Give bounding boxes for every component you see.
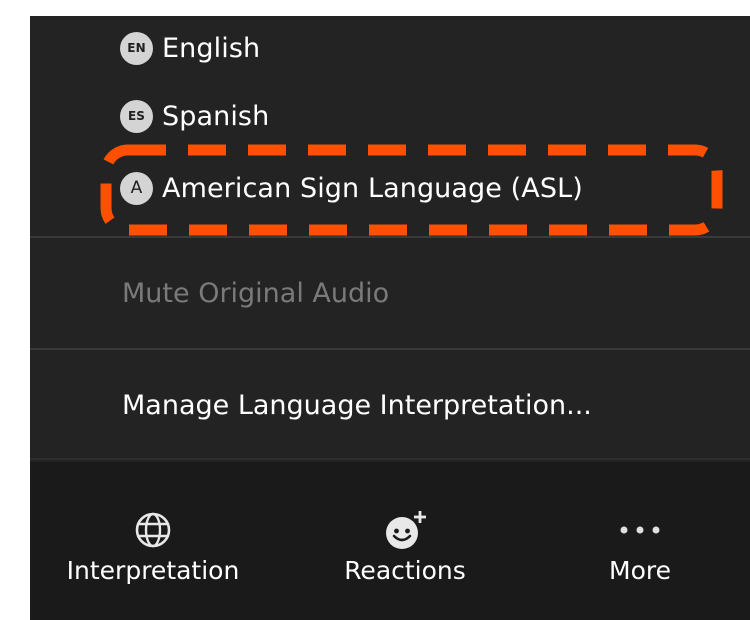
reactions-label: Reactions (344, 556, 466, 585)
language-item-asl[interactable]: A American Sign Language (ASL) (120, 166, 583, 210)
spanish-badge-icon: ES (120, 99, 153, 133)
language-item-spanish[interactable]: ES Spanish (120, 94, 269, 138)
interpretation-menu: EN English ES Spanish A American Sign La… (30, 16, 750, 462)
more-label: More (609, 556, 671, 585)
language-item-english[interactable]: EN English (120, 26, 260, 70)
english-badge-icon: EN (120, 31, 153, 65)
menu-divider (30, 348, 750, 350)
manage-interpretation-item[interactable]: Manage Language Interpretation... (122, 390, 592, 421)
more-button[interactable]: More (570, 462, 710, 620)
interpretation-button[interactable]: Interpretation (48, 462, 258, 620)
asl-badge-icon: A (120, 171, 153, 205)
language-label-english: English (162, 32, 261, 64)
menu-divider (30, 236, 750, 238)
screenshot-page: EN English ES Spanish A American Sign La… (0, 0, 750, 620)
interpretation-label: Interpretation (66, 556, 240, 585)
language-label-asl: American Sign Language (ASL) (162, 172, 583, 204)
reactions-button[interactable]: Reactions (310, 462, 500, 620)
language-label-spanish: Spanish (162, 100, 270, 132)
menu-divider (30, 458, 750, 460)
meeting-toolbar: Interpretation Reactions More (30, 462, 750, 620)
mute-original-audio-item: Mute Original Audio (122, 278, 390, 309)
